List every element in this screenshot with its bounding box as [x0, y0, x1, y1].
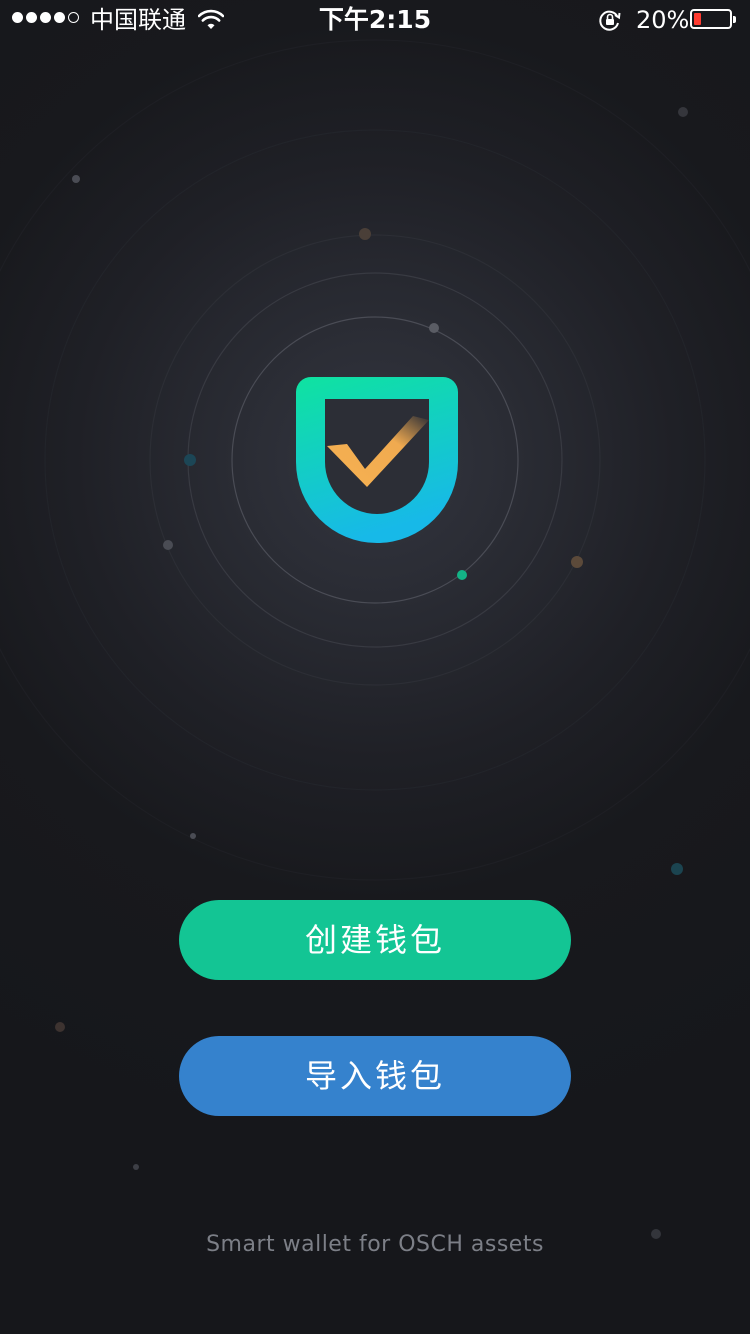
welcome-screen: 中国联通 下午2:15 20% 创建钱包 导入钱包 Smart wallet f… — [0, 0, 750, 1334]
import-wallet-button[interactable]: 导入钱包 — [179, 1036, 571, 1116]
create-wallet-label: 创建钱包 — [304, 921, 445, 959]
orbit-decoration — [0, 39, 750, 1239]
battery-fill — [694, 13, 701, 25]
app-tagline: Smart wallet for OSCH assets — [206, 1232, 544, 1257]
create-wallet-button[interactable]: 创建钱包 — [179, 900, 571, 980]
battery-icon — [690, 9, 736, 29]
status-bar: 中国联通 下午2:15 20% — [0, 0, 750, 40]
battery-percent: 20% — [636, 6, 690, 34]
import-wallet-label: 导入钱包 — [304, 1057, 445, 1095]
rotation-lock-icon — [599, 10, 621, 31]
shield-check-icon — [296, 377, 458, 543]
